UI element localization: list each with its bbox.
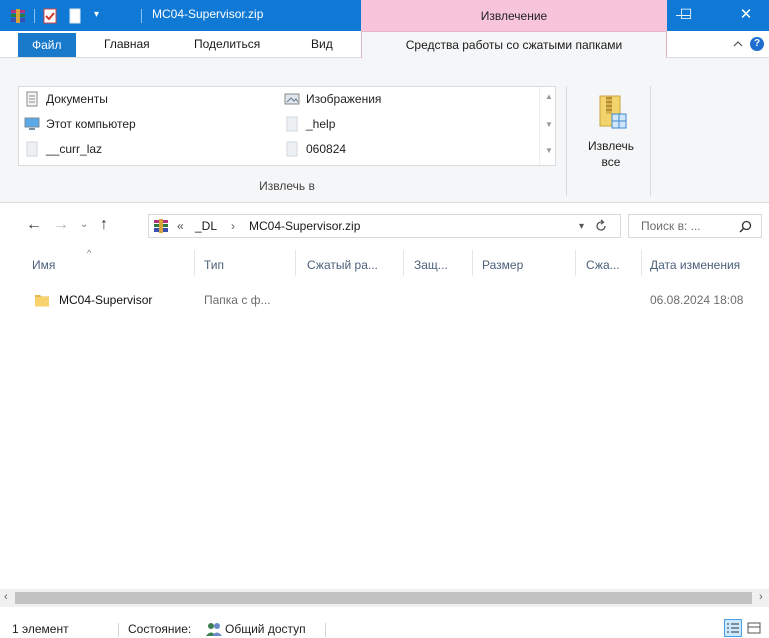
folder-blank-icon bbox=[26, 141, 38, 157]
ribbon-panel: Документы Изображения Этот компьютер _he… bbox=[0, 58, 769, 203]
back-arrow-icon[interactable]: ← bbox=[26, 216, 42, 234]
extract-target-this-pc[interactable]: Этот компьютер bbox=[24, 114, 136, 134]
refresh-icon[interactable] bbox=[594, 219, 608, 233]
address-bar[interactable]: « _DL › MC04-Supervisor.zip ▾ bbox=[148, 214, 621, 238]
winrar-app-icon[interactable] bbox=[10, 8, 26, 24]
column-header-ratio[interactable]: Сжа... bbox=[586, 258, 620, 272]
folder-blank-icon bbox=[286, 116, 298, 132]
state-label: Состояние: bbox=[128, 622, 192, 636]
search-box[interactable]: Поиск в: ... bbox=[628, 214, 762, 238]
close-button[interactable]: ✕ bbox=[723, 0, 769, 31]
tab-file[interactable]: Файл bbox=[18, 33, 76, 57]
context-tab-title: Извлечение bbox=[480, 9, 548, 23]
column-header-date-modified[interactable]: Дата изменения bbox=[650, 258, 740, 272]
scroll-right-icon[interactable]: › bbox=[759, 591, 763, 603]
file-name[interactable]: MC04-Supervisor bbox=[59, 293, 152, 307]
navigation-bar: ← → ⌄ ↑ « _DL › MC04-Supervisor.zip ▾ По… bbox=[0, 210, 769, 242]
properties-icon[interactable] bbox=[42, 8, 58, 24]
scrollbar-thumb[interactable] bbox=[15, 592, 752, 604]
breadcrumb-overflow[interactable]: « bbox=[177, 219, 184, 233]
recent-locations-icon[interactable]: ⌄ bbox=[80, 219, 88, 230]
extract-target-help[interactable]: _help bbox=[284, 114, 335, 134]
collapse-ribbon-icon[interactable] bbox=[733, 39, 743, 49]
extract-target-pictures[interactable]: Изображения bbox=[284, 89, 381, 109]
breadcrumb-current[interactable]: MC04-Supervisor.zip bbox=[249, 219, 360, 233]
folder-icon bbox=[35, 295, 49, 307]
new-folder-icon[interactable] bbox=[67, 8, 83, 24]
search-placeholder: Поиск в: ... bbox=[641, 219, 701, 233]
documents-icon bbox=[26, 91, 38, 107]
large-icons-view-icon[interactable] bbox=[745, 619, 763, 637]
group-divider bbox=[566, 86, 567, 196]
scroll-down-icon[interactable]: ▼ bbox=[545, 121, 553, 129]
context-tab-header: Извлечение bbox=[361, 0, 667, 31]
winrar-location-icon bbox=[154, 219, 168, 233]
quick-access-dropdown-icon[interactable]: ▾ bbox=[94, 9, 99, 20]
column-header-protected[interactable]: Защ... bbox=[414, 258, 448, 272]
search-icon[interactable] bbox=[739, 220, 752, 233]
breadcrumb-separator[interactable]: › bbox=[231, 219, 235, 233]
table-row[interactable]: MC04-Supervisor Папка с ф... 06.08.2024 … bbox=[26, 289, 763, 311]
scroll-up-icon[interactable]: ▲ bbox=[545, 93, 553, 101]
extract-all-label-line1: Извлечь bbox=[587, 139, 634, 153]
tab-home[interactable]: Главная bbox=[96, 31, 158, 58]
column-header-size[interactable]: Размер bbox=[482, 258, 523, 272]
sort-ascending-icon: ^ bbox=[87, 248, 92, 258]
status-bar: 1 элемент Состояние: Общий доступ bbox=[0, 607, 769, 638]
up-arrow-icon[interactable]: ↑ bbox=[100, 216, 108, 234]
gallery-scrollbar[interactable]: ▲ ▼ ▼ bbox=[539, 87, 556, 165]
forward-arrow-icon[interactable]: → bbox=[53, 216, 69, 234]
horizontal-scrollbar[interactable]: ‹ › bbox=[0, 589, 769, 607]
column-header-name[interactable]: Имя bbox=[32, 258, 55, 272]
ribbon-tab-bar: Файл Главная Поделиться Вид Средства раб… bbox=[0, 31, 769, 59]
group-label-extract-to: Извлечь в bbox=[259, 179, 315, 193]
computer-icon bbox=[24, 117, 40, 130]
help-icon[interactable]: ? bbox=[750, 37, 764, 51]
extract-target-documents[interactable]: Документы bbox=[24, 89, 108, 109]
column-header-compressed-size[interactable]: Сжатый ра... bbox=[307, 258, 378, 272]
state-value: Общий доступ bbox=[225, 622, 306, 636]
details-view-icon[interactable] bbox=[724, 619, 742, 637]
window-title: MC04-Supervisor.zip bbox=[152, 7, 264, 21]
pictures-icon bbox=[284, 93, 300, 105]
gallery-expand-icon[interactable]: ▼ bbox=[545, 147, 553, 155]
tab-compressed-folder-tools[interactable]: Средства работы со сжатыми папками bbox=[361, 31, 667, 59]
column-header-row: ^ Имя Тип Сжатый ра... Защ... Размер Сжа… bbox=[0, 246, 769, 280]
extract-target-060824[interactable]: 060824 bbox=[284, 139, 346, 159]
extract-to-gallery: Документы Изображения Этот компьютер _he… bbox=[18, 86, 556, 166]
tab-share[interactable]: Поделиться bbox=[186, 31, 268, 58]
extract-all-button[interactable]: Извлечь все bbox=[574, 90, 648, 186]
extract-target-curr-laz[interactable]: __curr_laz bbox=[24, 139, 102, 159]
folder-blank-icon bbox=[286, 141, 298, 157]
maximize-icon: ☐ bbox=[679, 6, 693, 22]
group-divider bbox=[650, 86, 651, 196]
breadcrumb-dl[interactable]: _DL bbox=[195, 219, 217, 233]
file-date-modified: 06.08.2024 18:08 bbox=[650, 293, 744, 307]
scroll-left-icon[interactable]: ‹ bbox=[4, 591, 8, 603]
column-header-type[interactable]: Тип bbox=[204, 258, 224, 272]
title-bar: ▾ MC04-Supervisor.zip Извлечение — ✕ ☐ bbox=[0, 0, 769, 31]
tab-view[interactable]: Вид bbox=[303, 31, 341, 58]
zip-folder-icon bbox=[599, 95, 627, 129]
extract-all-label-line2: все bbox=[601, 155, 621, 169]
address-history-dropdown-icon[interactable]: ▾ bbox=[579, 221, 584, 232]
file-type: Папка с ф... bbox=[204, 293, 271, 307]
item-count: 1 элемент bbox=[12, 622, 69, 636]
shared-users-icon bbox=[206, 623, 222, 636]
